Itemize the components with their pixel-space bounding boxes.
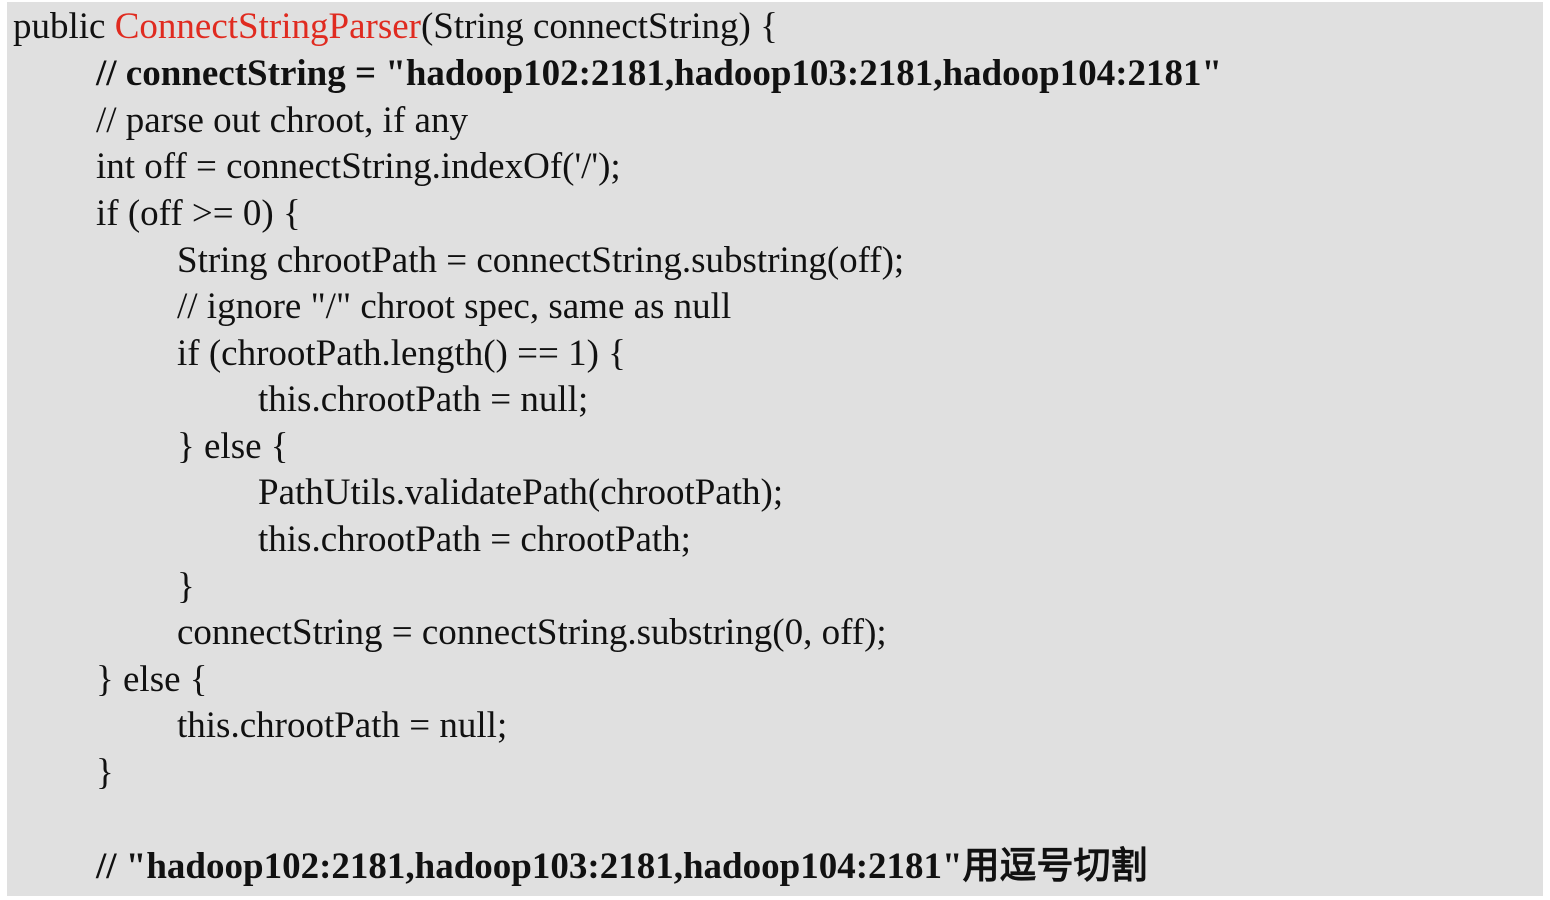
code-line: if (off >= 0) { — [96, 193, 301, 234]
code-line: int off = connectString.indexOf('/'); — [96, 146, 621, 187]
code-block: public ConnectStringParser(String connec… — [7, 2, 1543, 896]
code-line: } — [177, 566, 195, 607]
code-line: this.chrootPath = chrootPath; — [258, 519, 691, 560]
code-line-comment-connectstring: // connectString = "hadoop102:2181,hadoo… — [96, 53, 1223, 94]
code-line-comment-ignore: // ignore "/" chroot spec, same as null — [177, 286, 732, 327]
keyword-public: public — [13, 6, 115, 47]
code-line: connectString = connectString.substring(… — [177, 612, 887, 653]
code-line: } else { — [177, 426, 289, 467]
code-line: } else { — [96, 659, 208, 700]
code-line: String chrootPath = connectString.substr… — [177, 240, 905, 281]
code-line-comment-parse: // parse out chroot, if any — [96, 100, 468, 141]
method-name: ConnectStringParser — [114, 6, 421, 47]
method-params: (String connectString) { — [420, 6, 778, 47]
code-line: this.chrootPath = null; — [258, 379, 589, 420]
code-line-comment-split: // "hadoop102:2181,hadoop103:2181,hadoop… — [96, 846, 1148, 887]
code-line: if (chrootPath.length() == 1) { — [177, 333, 626, 374]
code-line: PathUtils.validatePath(chrootPath); — [258, 472, 784, 513]
code-line: } — [96, 752, 114, 793]
code-line-signature: public ConnectStringParser(String connec… — [13, 4, 778, 50]
code-line: this.chrootPath = null; — [177, 705, 508, 746]
